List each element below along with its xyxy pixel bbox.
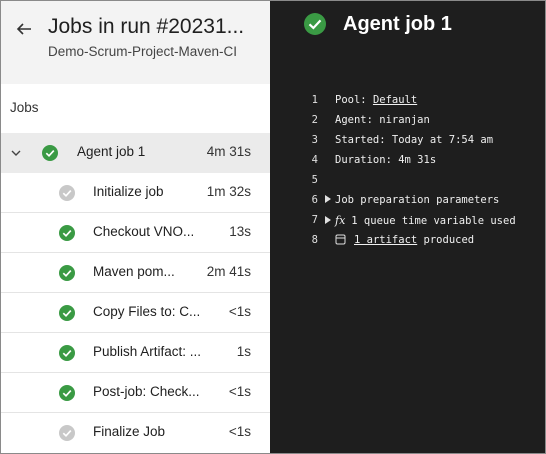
run-title: Jobs in run #20231... [48, 15, 245, 38]
check-circle-icon [304, 13, 326, 35]
run-header: Jobs in run #20231... Demo-Scrum-Project… [1, 1, 270, 84]
log-text: produced [417, 234, 475, 246]
fx-icon: fx [335, 214, 346, 227]
job-detail-title: Agent job 1 [343, 13, 452, 35]
log-text: Agent: niranjan [335, 114, 430, 126]
artifact-link[interactable]: 1 artifact [354, 234, 417, 246]
step-label: Finalize Job [93, 424, 166, 439]
jobs-panel: Jobs in run #20231... Demo-Scrum-Project… [1, 1, 270, 453]
pipeline-name: Demo-Scrum-Project-Maven-CI [48, 44, 238, 59]
step-row[interactable]: Copy Files to: C... <1s [1, 293, 270, 333]
step-row[interactable]: Publish Artifact: ... 1s [1, 333, 270, 373]
line-number: 3 [311, 134, 318, 146]
log-text: Started: Today at 7:54 am [335, 134, 494, 146]
check-circle-icon [59, 265, 75, 281]
triangle-right-icon[interactable] [325, 195, 331, 203]
check-circle-icon [59, 225, 75, 241]
step-label: Initialize job [93, 184, 164, 199]
step-duration: <1s [228, 384, 251, 399]
step-duration: <1s [228, 304, 251, 319]
app-window: Jobs in run #20231... Demo-Scrum-Project… [0, 0, 546, 454]
line-number: 7 [311, 214, 318, 226]
check-circle-icon [42, 145, 58, 161]
log-text: Pool: [335, 94, 373, 106]
step-duration: 1s [236, 344, 251, 359]
line-number: 8 [311, 234, 318, 246]
step-duration: <1s [228, 424, 251, 439]
step-label: Publish Artifact: ... [93, 344, 202, 359]
triangle-right-icon[interactable] [325, 216, 331, 224]
step-duration: 2m 41s [206, 264, 251, 279]
line-number: 1 [311, 94, 318, 106]
step-label: Copy Files to: C... [93, 304, 201, 319]
chevron-down-icon[interactable] [10, 147, 22, 159]
line-number: 2 [311, 114, 318, 126]
log-text: Job preparation parameters [335, 194, 500, 206]
step-duration: 1m 32s [206, 184, 251, 199]
step-row[interactable]: Maven pom... 2m 41s [1, 253, 270, 293]
check-circle-icon [59, 345, 75, 361]
job-row-agent-job-1[interactable]: Agent job 1 4m 31s [1, 133, 270, 173]
step-row[interactable]: Post-job: Check... <1s [1, 373, 270, 413]
pool-link[interactable]: Default [373, 94, 417, 106]
log-text: 1 queue time variable used [351, 215, 516, 227]
skipped-circle-icon [59, 425, 75, 441]
step-label: Post-job: Check... [93, 384, 200, 399]
step-label: Maven pom... [93, 264, 175, 279]
line-number: 4 [311, 154, 318, 166]
check-circle-icon [59, 305, 75, 321]
step-duration: 13s [229, 224, 251, 239]
line-number: 6 [311, 194, 318, 206]
artifact-icon [335, 234, 346, 245]
log-text: Duration: 4m 31s [335, 154, 437, 166]
step-row[interactable]: Checkout VNO... 13s [1, 213, 270, 253]
job-duration: 4m 31s [206, 144, 251, 159]
arrow-left-icon[interactable] [14, 19, 34, 39]
job-detail-panel: Agent job 1 [270, 1, 545, 453]
step-row[interactable]: Initialize job 1m 32s [1, 173, 270, 213]
check-circle-icon [59, 385, 75, 401]
step-label: Checkout VNO... [93, 224, 195, 239]
jobs-section-label: Jobs [10, 100, 39, 115]
skipped-circle-icon [59, 185, 75, 201]
job-label: Agent job 1 [77, 144, 146, 159]
step-row[interactable]: Finalize Job <1s [1, 413, 270, 453]
line-number: 5 [311, 174, 318, 186]
